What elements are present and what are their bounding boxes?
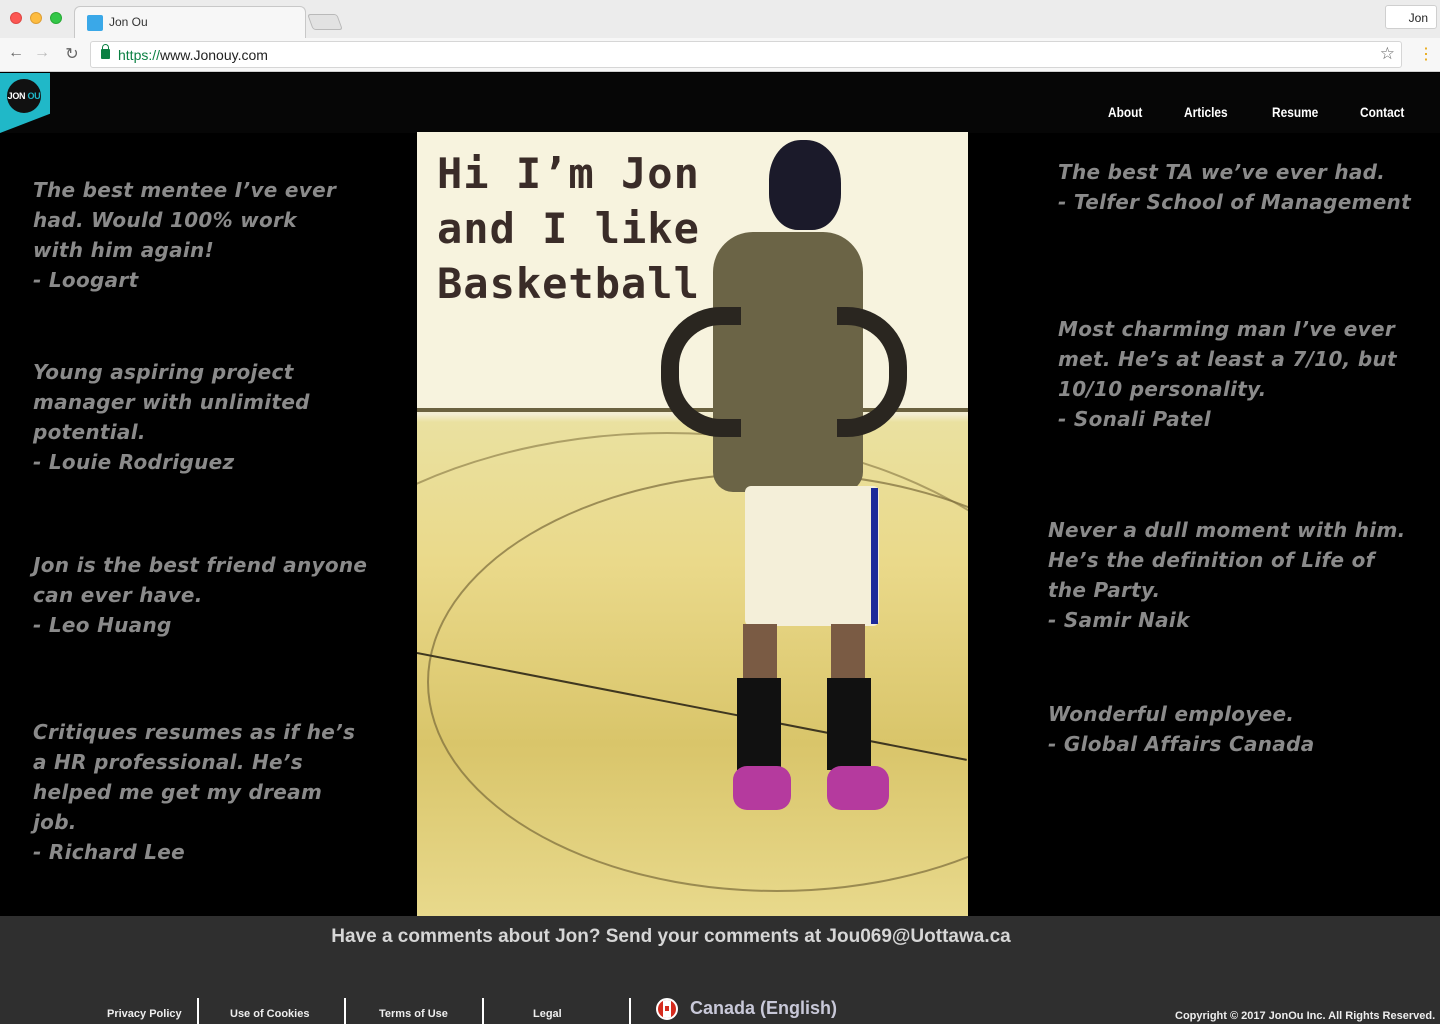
site-header xyxy=(0,73,1440,133)
url-host: www.Jonouy.com xyxy=(160,47,268,63)
testimonial-author: - Leo Huang xyxy=(33,613,172,637)
logo-text-ou: OU xyxy=(27,91,41,101)
browser-tab-bar: Jon Ou Jon xyxy=(0,0,1440,38)
person-sock xyxy=(737,678,781,770)
footer-link-terms[interactable]: Terms of Use xyxy=(379,1008,448,1020)
url-scheme: https:// xyxy=(118,47,161,63)
back-arrow-icon[interactable]: ← xyxy=(6,44,26,62)
copyright-text: Copyright © 2017 JonOu Inc. All Rights R… xyxy=(1175,1010,1436,1022)
testimonial-quote: Young aspiring project manager with unli… xyxy=(33,360,310,444)
testimonial-author: - Loogart xyxy=(33,268,139,292)
person-shorts-stripe xyxy=(871,488,878,624)
testimonial-author: - Sonali Patel xyxy=(1058,407,1211,431)
forward-arrow-icon[interactable]: → xyxy=(32,44,52,62)
hero-title: Hi I’m Jon and I like Basketball xyxy=(437,146,757,311)
footer-link-cookies[interactable]: Use of Cookies xyxy=(230,1008,309,1020)
testimonial-author: - Richard Lee xyxy=(33,840,186,864)
star-icon[interactable]: ☆ xyxy=(1380,44,1395,64)
footer-divider xyxy=(629,998,631,1024)
testimonial: Critiques resumes as if he’s a HR profes… xyxy=(33,717,373,867)
testimonial-quote: Jon is the best friend anyone can ever h… xyxy=(33,553,368,607)
testimonial: The best TA we’ve ever had. - Telfer Sch… xyxy=(1058,157,1428,217)
person-leg xyxy=(743,624,777,684)
hero-title-line: Basketball xyxy=(437,259,700,308)
footer-divider xyxy=(197,998,199,1024)
testimonial-quote: Never a dull moment with him. He’s the d… xyxy=(1048,518,1406,602)
testimonial: The best mentee I’ve ever had. Would 100… xyxy=(33,175,353,295)
testimonial: Jon is the best friend anyone can ever h… xyxy=(33,550,373,640)
hero-image: Hi I’m Jon and I like Basketball xyxy=(417,132,968,916)
testimonial-author: - Louie Rodriguez xyxy=(33,450,235,474)
testimonial-quote: Most charming man I’ve ever met. He’s at… xyxy=(1058,317,1397,401)
testimonial-quote: Wonderful employee. xyxy=(1048,702,1295,726)
testimonial-quote: The best mentee I’ve ever had. Would 100… xyxy=(33,178,337,262)
favicon-icon xyxy=(87,15,103,31)
maximize-window-icon[interactable] xyxy=(50,12,62,24)
profile-button[interactable]: Jon xyxy=(1385,5,1437,29)
testimonial-author: - Global Affairs Canada xyxy=(1048,732,1315,756)
minimize-window-icon[interactable] xyxy=(30,12,42,24)
footer-cta: Have a comments about Jon? Send your com… xyxy=(331,926,1011,947)
testimonial: Wonderful employee. - Global Affairs Can… xyxy=(1048,699,1418,759)
footer-link-legal[interactable]: Legal xyxy=(533,1008,562,1020)
locale-selector[interactable]: Canada (English) xyxy=(690,998,837,1019)
testimonial: Most charming man I’ve ever met. He’s at… xyxy=(1058,314,1408,434)
person-head xyxy=(769,140,841,230)
hero-title-line: and I like xyxy=(437,204,700,253)
nav-articles[interactable]: Articles xyxy=(1184,104,1228,120)
testimonial-quote: Critiques resumes as if he’s a HR profes… xyxy=(33,720,356,834)
new-tab-button[interactable] xyxy=(307,14,343,30)
footer-divider xyxy=(482,998,484,1024)
menu-icon[interactable]: ⋮ xyxy=(1418,44,1434,64)
testimonial-author: - Samir Naik xyxy=(1048,608,1190,632)
tab-title: Jon Ou xyxy=(109,15,148,29)
reload-icon[interactable]: ↻ xyxy=(62,44,82,64)
testimonial-author: - Telfer School of Management xyxy=(1058,190,1411,214)
testimonial-quote: The best TA we’ve ever had. xyxy=(1058,160,1386,184)
footer-link-privacy[interactable]: Privacy Policy xyxy=(107,1008,182,1020)
nav-contact[interactable]: Contact xyxy=(1360,104,1404,120)
testimonial: Never a dull moment with him. He’s the d… xyxy=(1048,515,1418,635)
site-logo[interactable]: JON OU xyxy=(5,77,43,115)
url-text[interactable]: https://www.Jonouy.com xyxy=(118,47,268,63)
nav-about[interactable]: About xyxy=(1108,104,1142,120)
hero-title-line: Hi I’m Jon xyxy=(437,149,700,198)
logo-text-jon: JON xyxy=(7,91,26,101)
person-shorts xyxy=(745,486,879,626)
person-leg xyxy=(831,624,865,684)
address-bar[interactable]: https://www.Jonouy.com ☆ xyxy=(90,41,1402,68)
nav-resume[interactable]: Resume xyxy=(1272,104,1318,120)
browser-tab[interactable]: Jon Ou xyxy=(74,6,306,38)
lock-icon xyxy=(101,44,110,59)
close-window-icon[interactable] xyxy=(10,12,22,24)
browser-toolbar: ← → ↻ https://www.Jonouy.com ☆ ⋮ xyxy=(0,38,1440,72)
person-sock xyxy=(827,678,871,770)
footer-divider xyxy=(344,998,346,1024)
person-shoe xyxy=(733,766,791,810)
testimonial: Young aspiring project manager with unli… xyxy=(33,357,333,477)
canada-flag-icon xyxy=(656,998,678,1020)
person-shoe xyxy=(827,766,889,810)
